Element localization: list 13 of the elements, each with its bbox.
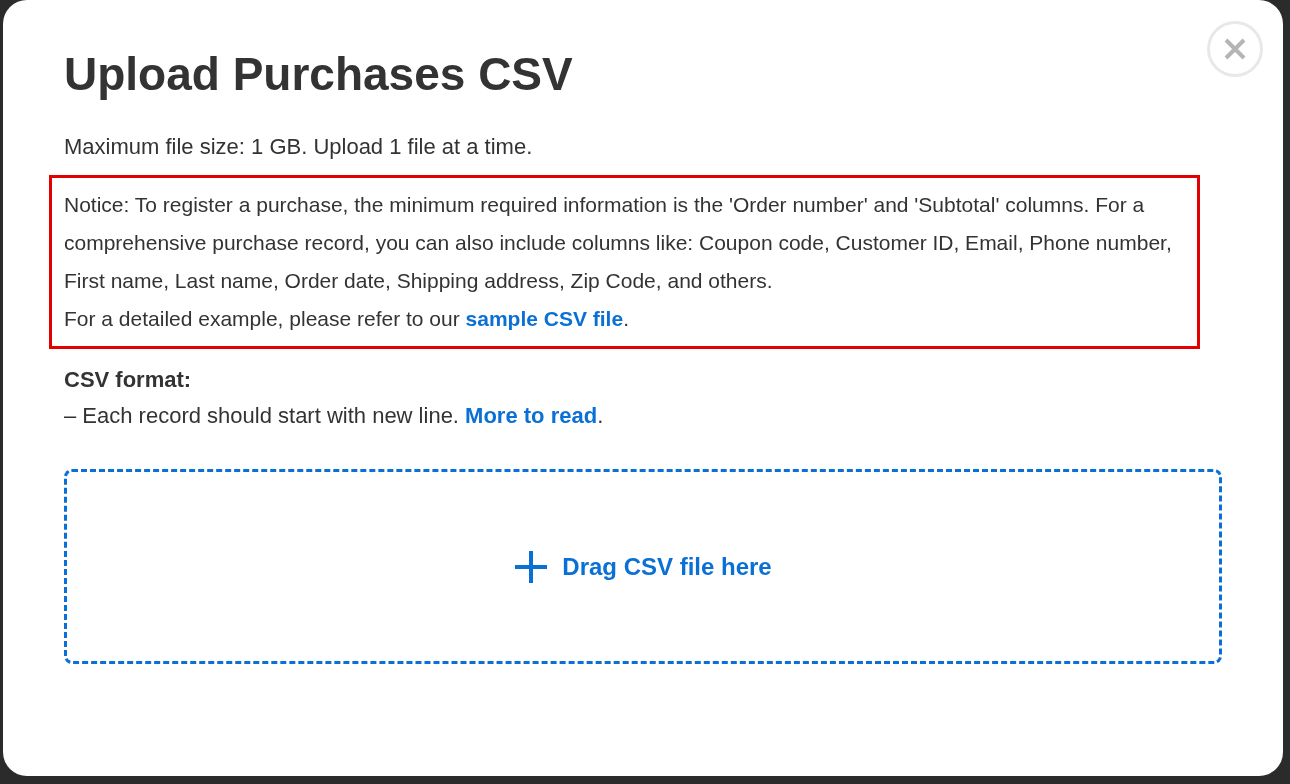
csv-format-heading: CSV format:	[64, 366, 193, 394]
close-icon	[1224, 38, 1246, 60]
sample-csv-link[interactable]: sample CSV file	[465, 307, 624, 330]
notice-paragraph: Notice: To register a purchase, the minimum required information is the 'Order number' and 'Subtotal' columns. For a comprehensive purchase record, you can also include columns like: Coupon code, Customer ID, Email, Phone number, First name, Last name, Order date, Shipping address, Zip Code, and others.	[64, 192, 1173, 294]
drop-zone-label: Drag CSV file here	[562, 551, 772, 582]
csv-format-line: – Each record should start with new line. More to read.	[64, 402, 605, 430]
dialog-title: Upload Purchases CSV	[64, 47, 574, 102]
plus-icon	[514, 549, 549, 584]
drop-zone[interactable]: Drag CSV file here	[64, 469, 1222, 664]
info-text: Maximum file size: 1 GB. Upload 1 file at a time.	[64, 133, 534, 161]
example-sentence: For a detailed example, please refer to our sample CSV file.	[64, 306, 630, 332]
close-button[interactable]	[1207, 21, 1263, 77]
more-to-read-link[interactable]: More to read	[465, 403, 598, 428]
